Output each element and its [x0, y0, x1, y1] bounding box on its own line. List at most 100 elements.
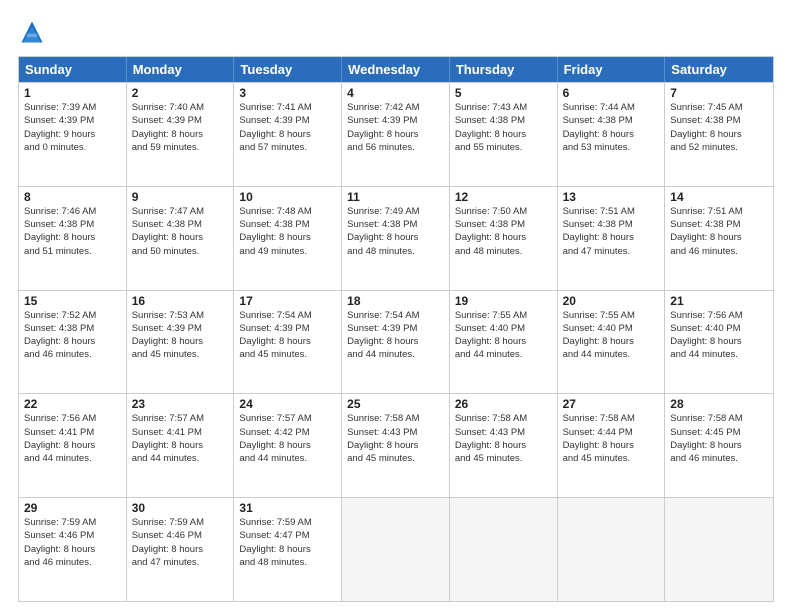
day-number: 3	[239, 86, 336, 100]
cell-info-line: Sunrise: 7:44 AM	[563, 101, 660, 114]
cal-week-3: 22Sunrise: 7:56 AMSunset: 4:41 PMDayligh…	[19, 393, 773, 497]
cell-info-line: Sunrise: 7:59 AM	[132, 516, 229, 529]
day-number: 20	[563, 294, 660, 308]
day-number: 5	[455, 86, 552, 100]
cell-info-line: Sunrise: 7:56 AM	[670, 309, 768, 322]
cell-info-line: and 51 minutes.	[24, 245, 121, 258]
cell-info-line: Sunset: 4:39 PM	[347, 114, 444, 127]
cell-info-line: Sunset: 4:39 PM	[347, 322, 444, 335]
cell-info-line: Sunset: 4:45 PM	[670, 426, 768, 439]
cal-header-wednesday: Wednesday	[342, 57, 450, 82]
cell-info-line: Daylight: 8 hours	[132, 128, 229, 141]
cell-info-line: Daylight: 8 hours	[24, 231, 121, 244]
cell-info-line: and 45 minutes.	[563, 452, 660, 465]
cal-cell: 20Sunrise: 7:55 AMSunset: 4:40 PMDayligh…	[558, 291, 666, 394]
cell-info-line: Daylight: 8 hours	[132, 543, 229, 556]
cell-info-line: and 44 minutes.	[347, 348, 444, 361]
logo-icon	[18, 18, 46, 46]
cal-cell: 9Sunrise: 7:47 AMSunset: 4:38 PMDaylight…	[127, 187, 235, 290]
cell-info-line: Sunset: 4:39 PM	[132, 114, 229, 127]
cal-cell: 10Sunrise: 7:48 AMSunset: 4:38 PMDayligh…	[234, 187, 342, 290]
day-number: 27	[563, 397, 660, 411]
cell-info-line: Sunset: 4:46 PM	[132, 529, 229, 542]
day-number: 29	[24, 501, 121, 515]
logo	[18, 18, 50, 46]
day-number: 8	[24, 190, 121, 204]
cal-cell: 14Sunrise: 7:51 AMSunset: 4:38 PMDayligh…	[665, 187, 773, 290]
day-number: 25	[347, 397, 444, 411]
cell-info-line: Daylight: 9 hours	[24, 128, 121, 141]
cell-info-line: and 46 minutes.	[670, 452, 768, 465]
cell-info-line: and 50 minutes.	[132, 245, 229, 258]
cell-info-line: and 47 minutes.	[563, 245, 660, 258]
cell-info-line: Sunset: 4:38 PM	[132, 218, 229, 231]
cell-info-line: Sunset: 4:38 PM	[455, 114, 552, 127]
cal-cell: 17Sunrise: 7:54 AMSunset: 4:39 PMDayligh…	[234, 291, 342, 394]
cell-info-line: Sunset: 4:38 PM	[563, 114, 660, 127]
cell-info-line: Sunrise: 7:59 AM	[24, 516, 121, 529]
day-number: 16	[132, 294, 229, 308]
cal-cell: 24Sunrise: 7:57 AMSunset: 4:42 PMDayligh…	[234, 394, 342, 497]
day-number: 12	[455, 190, 552, 204]
cell-info-line: and 56 minutes.	[347, 141, 444, 154]
cell-info-line: Sunrise: 7:57 AM	[132, 412, 229, 425]
cal-cell: 8Sunrise: 7:46 AMSunset: 4:38 PMDaylight…	[19, 187, 127, 290]
cell-info-line: and 45 minutes.	[455, 452, 552, 465]
cell-info-line: Sunrise: 7:55 AM	[455, 309, 552, 322]
day-number: 23	[132, 397, 229, 411]
cal-cell: 2Sunrise: 7:40 AMSunset: 4:39 PMDaylight…	[127, 83, 235, 186]
calendar: SundayMondayTuesdayWednesdayThursdayFrid…	[18, 56, 774, 602]
cell-info-line: Sunrise: 7:51 AM	[670, 205, 768, 218]
cal-week-2: 15Sunrise: 7:52 AMSunset: 4:38 PMDayligh…	[19, 290, 773, 394]
cell-info-line: Daylight: 8 hours	[347, 439, 444, 452]
cell-info-line: Sunset: 4:38 PM	[455, 218, 552, 231]
cell-info-line: Daylight: 8 hours	[239, 439, 336, 452]
cal-cell: 12Sunrise: 7:50 AMSunset: 4:38 PMDayligh…	[450, 187, 558, 290]
cell-info-line: and 44 minutes.	[132, 452, 229, 465]
cell-info-line: Daylight: 8 hours	[563, 128, 660, 141]
cell-info-line: Sunset: 4:38 PM	[24, 322, 121, 335]
cell-info-line: Sunrise: 7:52 AM	[24, 309, 121, 322]
day-number: 30	[132, 501, 229, 515]
cell-info-line: Daylight: 8 hours	[455, 335, 552, 348]
cell-info-line: and 59 minutes.	[132, 141, 229, 154]
day-number: 6	[563, 86, 660, 100]
cell-info-line: Sunset: 4:38 PM	[24, 218, 121, 231]
cell-info-line: and 44 minutes.	[455, 348, 552, 361]
cell-info-line: and 45 minutes.	[239, 348, 336, 361]
cell-info-line: and 49 minutes.	[239, 245, 336, 258]
cell-info-line: Sunset: 4:38 PM	[670, 218, 768, 231]
day-number: 13	[563, 190, 660, 204]
cell-info-line: Daylight: 8 hours	[239, 128, 336, 141]
calendar-header-row: SundayMondayTuesdayWednesdayThursdayFrid…	[19, 57, 773, 82]
cell-info-line: Sunset: 4:43 PM	[347, 426, 444, 439]
cal-cell: 19Sunrise: 7:55 AMSunset: 4:40 PMDayligh…	[450, 291, 558, 394]
cell-info-line: Sunrise: 7:42 AM	[347, 101, 444, 114]
cell-info-line: Sunrise: 7:51 AM	[563, 205, 660, 218]
cal-cell: 30Sunrise: 7:59 AMSunset: 4:46 PMDayligh…	[127, 498, 235, 601]
calendar-body: 1Sunrise: 7:39 AMSunset: 4:39 PMDaylight…	[19, 82, 773, 601]
cell-info-line: Sunrise: 7:53 AM	[132, 309, 229, 322]
cell-info-line: and 57 minutes.	[239, 141, 336, 154]
cal-cell	[342, 498, 450, 601]
cal-cell: 22Sunrise: 7:56 AMSunset: 4:41 PMDayligh…	[19, 394, 127, 497]
cell-info-line: and 48 minutes.	[347, 245, 444, 258]
cell-info-line: Daylight: 8 hours	[563, 231, 660, 244]
cell-info-line: Sunset: 4:38 PM	[670, 114, 768, 127]
cell-info-line: and 44 minutes.	[239, 452, 336, 465]
cell-info-line: Daylight: 8 hours	[24, 543, 121, 556]
cell-info-line: Sunrise: 7:59 AM	[239, 516, 336, 529]
cell-info-line: Sunrise: 7:47 AM	[132, 205, 229, 218]
day-number: 31	[239, 501, 336, 515]
day-number: 17	[239, 294, 336, 308]
cal-cell: 5Sunrise: 7:43 AMSunset: 4:38 PMDaylight…	[450, 83, 558, 186]
cal-cell: 13Sunrise: 7:51 AMSunset: 4:38 PMDayligh…	[558, 187, 666, 290]
cell-info-line: Daylight: 8 hours	[347, 335, 444, 348]
cell-info-line: Daylight: 8 hours	[563, 335, 660, 348]
cell-info-line: and 47 minutes.	[132, 556, 229, 569]
day-number: 18	[347, 294, 444, 308]
day-number: 19	[455, 294, 552, 308]
cell-info-line: Sunrise: 7:54 AM	[239, 309, 336, 322]
cal-cell: 21Sunrise: 7:56 AMSunset: 4:40 PMDayligh…	[665, 291, 773, 394]
cal-week-4: 29Sunrise: 7:59 AMSunset: 4:46 PMDayligh…	[19, 497, 773, 601]
